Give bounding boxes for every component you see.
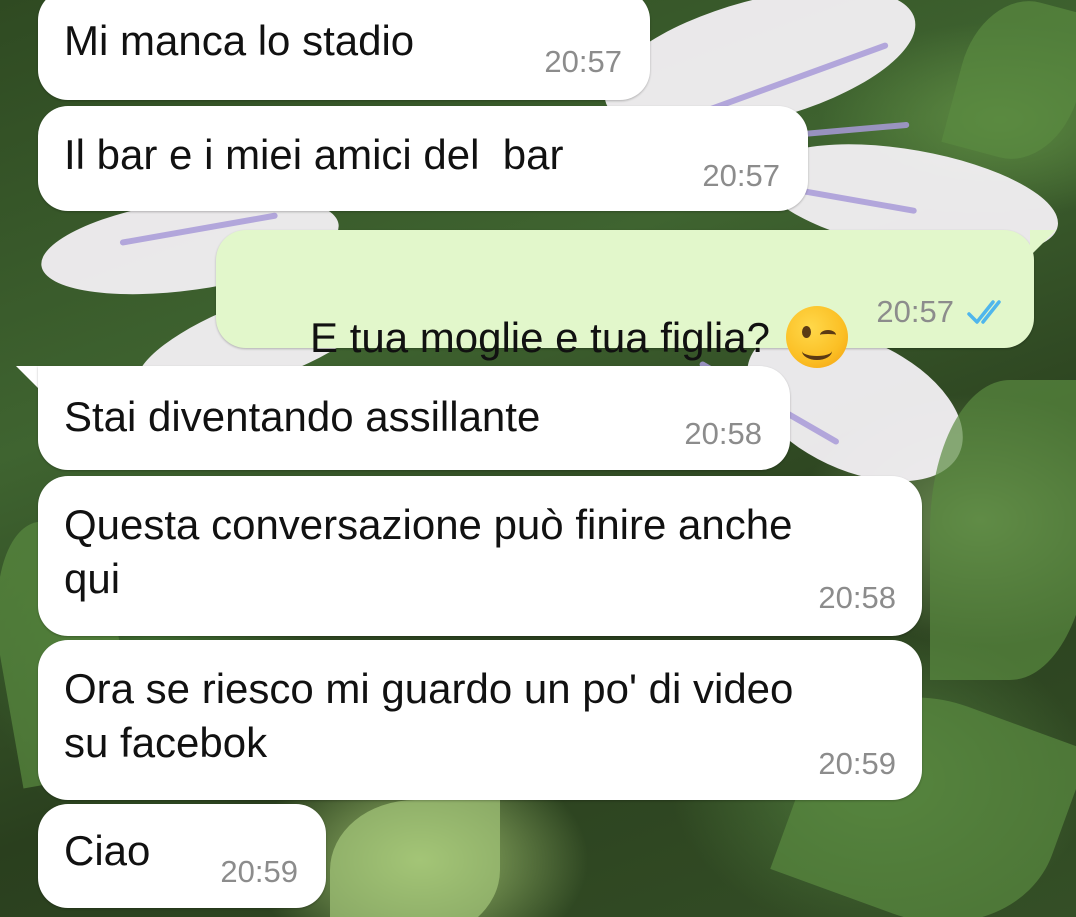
message-text: Mi manca lo stadio <box>64 17 415 64</box>
message-bubble-incoming[interactable]: Il bar e i miei amici del bar 20:57 <box>38 106 808 211</box>
message-text: Stai diventando assillante <box>64 393 541 440</box>
read-double-check-icon <box>967 300 1001 324</box>
message-timestamp: 20:57 <box>544 44 622 79</box>
message-bubble-incoming[interactable]: Mi manca lo stadio 20:57 <box>38 0 650 100</box>
chat-thread: Mi manca lo stadio 20:57 Il bar e i miei… <box>0 0 1076 917</box>
message-timestamp: 20:59 <box>220 854 298 889</box>
message-timestamp: 20:57 <box>702 158 780 193</box>
winking-face-icon <box>785 306 848 368</box>
message-timestamp: 20:59 <box>818 746 896 781</box>
message-timestamp: 20:58 <box>818 580 896 615</box>
message-text: Ora se riesco mi guardo un po' di video … <box>64 665 794 766</box>
message-timestamp: 20:58 <box>684 416 762 451</box>
message-bubble-outgoing[interactable]: E tua moglie e tua figlia? 20:57 <box>216 230 1034 368</box>
message-timestamp: 20:57 <box>876 294 954 329</box>
bubble-tail <box>1030 230 1056 256</box>
message-text: Ciao <box>64 827 151 874</box>
message-bubble-incoming[interactable]: Ora se riesco mi guardo un po' di video … <box>38 640 922 800</box>
message-bubble-incoming[interactable]: Ciao 20:59 <box>38 804 326 908</box>
message-bubble-incoming[interactable]: Questa conversazione può finire anche qu… <box>38 476 922 636</box>
message-text: Questa conversazione può finire anche qu… <box>64 501 793 602</box>
message-text: Il bar e i miei amici del bar <box>64 131 564 178</box>
message-text-content: E tua moglie e tua figlia? <box>310 314 770 362</box>
message-bubble-incoming[interactable]: Stai diventando assillante 20:58 <box>38 366 790 470</box>
